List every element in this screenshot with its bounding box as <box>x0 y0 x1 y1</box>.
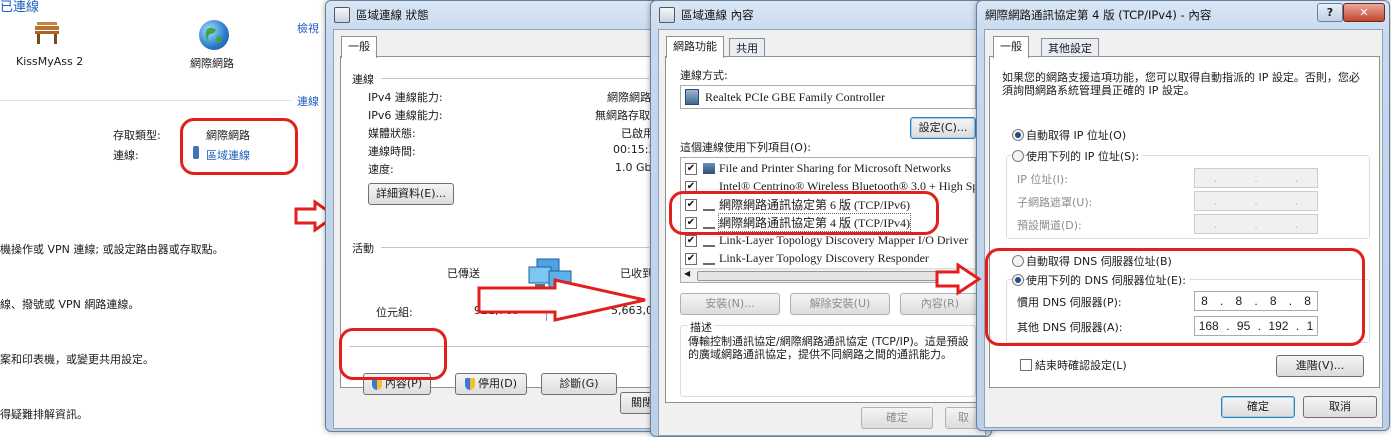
network-name: KissMyAss 2 <box>16 55 84 68</box>
description-header: 描述 <box>688 319 714 335</box>
items-label: 這個連線使用下列項目(O): <box>680 141 811 154</box>
row-value: 網際網路 <box>607 91 651 104</box>
advanced-button[interactable]: 進階(V)... <box>1276 355 1364 377</box>
item-checkbox[interactable]: ✔ <box>685 234 697 247</box>
row-value: 無網路存取 <box>595 109 650 122</box>
auto-ip-radio[interactable] <box>1012 129 1024 141</box>
props-dialog: 區域連線 內容 網路功能 共用 連線方式: Realtek PCIe GBE F… <box>650 0 999 437</box>
connection-divider <box>381 78 649 79</box>
shield-icon <box>464 378 475 390</box>
item-checkbox[interactable]: ✔ <box>685 252 697 265</box>
internet-label: 網際網路 <box>190 57 234 70</box>
disable-button-label: 停用(D) <box>477 377 518 390</box>
row-label: 速度: <box>368 163 394 176</box>
item-label: Link-Layer Topology Discovery Mapper I/O… <box>719 233 969 247</box>
printer-sharing-icon <box>703 163 715 174</box>
protocol-icon <box>703 234 715 247</box>
scroll-left-icon[interactable]: ◀ <box>684 269 690 278</box>
status-dialog-title: 區域連線 狀態 <box>356 8 429 22</box>
connection-label: 連線: <box>113 149 139 162</box>
subnet-mask-label: 子網路遮罩(U): <box>1017 196 1093 209</box>
description-text: 傳輸控制通訊協定/網際網路通訊協定 (TCP/IP)。這是預設的廣域網路通訊協定… <box>688 335 969 361</box>
access-type-label: 存取類型: <box>113 129 161 142</box>
ip-address-label: IP 位址(I): <box>1017 173 1068 186</box>
diagnose-button[interactable]: 診斷(G) <box>541 373 617 395</box>
highlight-ring-dns <box>985 248 1365 346</box>
tab-sharing[interactable]: 共用 <box>729 38 765 58</box>
arrow-to-ipv4 <box>934 262 984 299</box>
gateway-field[interactable]: ... <box>1194 214 1318 234</box>
row-label: 媒體狀態: <box>368 127 416 140</box>
item-checkbox[interactable]: ✔ <box>685 162 697 175</box>
disable-button[interactable]: 停用(D) <box>455 373 527 395</box>
status-dialog: 區域連線 狀態 一般 連線 IPv4 連線能力: 網際網路 IPv6 連線能力:… <box>325 0 672 432</box>
help-button[interactable]: ? <box>1317 3 1343 22</box>
install-button[interactable]: 安裝(N)... <box>680 293 780 315</box>
highlight-ring-properties <box>339 328 447 380</box>
task-line-3[interactable]: 案和印表機，或變更共用設定。 <box>0 351 154 367</box>
view-link[interactable]: 檢視 <box>297 20 319 36</box>
ip-address-field[interactable]: ... <box>1194 168 1318 188</box>
item-label: Link-Layer Topology Discovery Responder <box>719 251 929 265</box>
divider <box>0 100 292 101</box>
horizontal-scrollbar[interactable]: ◀ ▶ <box>681 268 975 282</box>
page-title-fragment: 已連線 <box>0 0 40 15</box>
validate-checkbox[interactable] <box>1020 359 1032 371</box>
row-label: IPv4 連線能力: <box>368 91 443 104</box>
list-item[interactable]: ✔ File and Printer Sharing for Microsoft … <box>685 160 951 177</box>
props-dialog-title: 區域連線 內容 <box>681 8 754 22</box>
window-icon <box>334 7 350 23</box>
manual-ip-label[interactable]: 使用下列的 IP 位址(S): <box>1026 148 1143 164</box>
highlight-ring-connection <box>180 118 298 175</box>
connect-using-label: 連線方式: <box>680 69 728 82</box>
ipv4-dialog: 網際網路通訊協定第 4 版 (TCP/IPv4) - 內容 ? ✕ 一般 其他設… <box>976 0 1390 431</box>
globe-icon <box>199 20 229 50</box>
validate-label[interactable]: 結束時確認設定(L) <box>1035 357 1127 373</box>
bytes-label: 位元組: <box>376 306 413 319</box>
close-button[interactable]: ✕ <box>1343 3 1385 22</box>
protocol-icon <box>703 252 715 265</box>
scroll-thumb[interactable] <box>697 271 949 281</box>
ok-button[interactable]: 確定 <box>861 407 933 429</box>
connect-link[interactable]: 連線 <box>297 93 319 109</box>
background-network-panel: 已連線 KissMyAss 2 網際網路 檢視 連線 存取類型: 網際網路 連線… <box>0 0 338 435</box>
intro-text: 如果您的網路支援這項功能，您可以取得自動指派的 IP 設定。否則，您必須詢問網路… <box>1002 71 1360 97</box>
details-button[interactable]: 詳細資料(E)... <box>368 183 454 205</box>
task-line-2[interactable]: 線、撥號或 VPN 網路連線。 <box>0 296 139 312</box>
bench-icon <box>32 20 62 46</box>
subnet-mask-field[interactable]: ... <box>1194 191 1318 211</box>
tab-general[interactable]: 一般 <box>993 36 1029 58</box>
adapter-name: Realtek PCIe GBE Family Controller <box>705 89 885 104</box>
activity-header: 活動 <box>352 242 374 255</box>
task-line-1[interactable]: 機操作或 VPN 連線; 或設定路由器或存取點。 <box>0 241 224 257</box>
tab-networking[interactable]: 網路功能 <box>666 36 724 58</box>
row-label: IPv6 連線能力: <box>368 109 443 122</box>
arrow-to-props <box>475 276 655 329</box>
ipv4-dialog-title: 網際網路通訊協定第 4 版 (TCP/IPv4) - 內容 <box>985 8 1212 22</box>
row-label: 連線時間: <box>368 145 416 158</box>
task-line-4[interactable]: 得疑難排解資訊。 <box>0 406 88 422</box>
highlight-ring-ipv4 <box>669 191 939 235</box>
item-label: File and Printer Sharing for Microsoft N… <box>719 161 951 175</box>
gateway-label: 預設閘道(D): <box>1017 219 1082 232</box>
configure-button[interactable]: 設定(C)... <box>910 117 976 139</box>
uninstall-button[interactable]: 解除安裝(U) <box>790 293 890 315</box>
ok-button[interactable]: 確定 <box>1221 396 1295 418</box>
list-item[interactable]: ✔ Link-Layer Topology Discovery Responder <box>685 250 929 267</box>
tab-general[interactable]: 一般 <box>341 36 377 58</box>
cancel-button[interactable]: 取消 <box>1303 396 1377 418</box>
window-icon <box>659 7 675 23</box>
tab-alternate[interactable]: 其他設定 <box>1041 38 1099 58</box>
adapter-box: Realtek PCIe GBE Family Controller <box>680 85 976 109</box>
auto-ip-label[interactable]: 自動取得 IP 位址(O) <box>1026 127 1126 143</box>
connection-header: 連線 <box>352 73 374 86</box>
activity-divider <box>381 247 649 248</box>
manual-ip-radio[interactable] <box>1012 150 1024 162</box>
network-adapter-icon <box>685 89 699 105</box>
